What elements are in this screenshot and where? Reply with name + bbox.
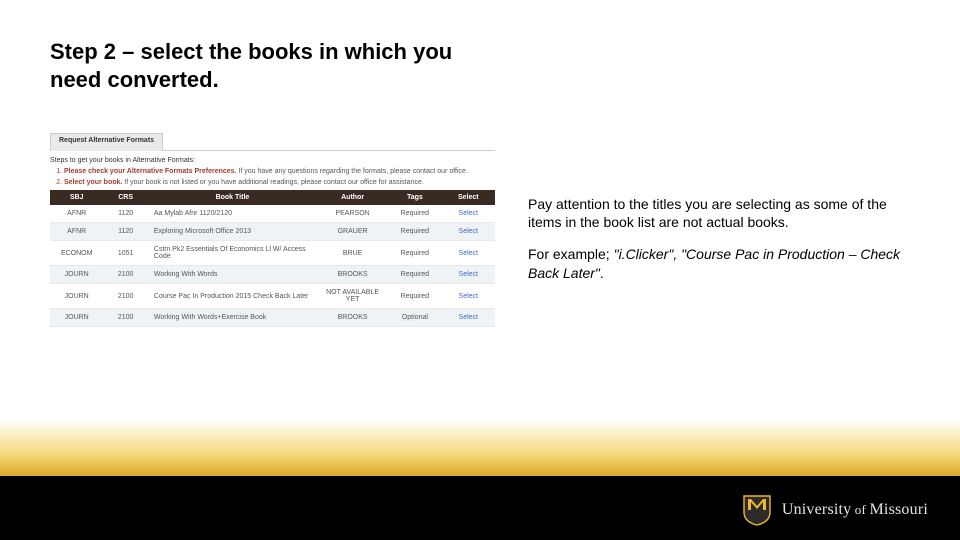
table-row: AFNR 1120 Exploring Microsoft Office 201… xyxy=(50,223,495,241)
cell-sbj: JOURN xyxy=(50,266,103,284)
cell-author: BRUE xyxy=(317,241,388,266)
table-row: JOURN 2100 Course Pac In Production 2015… xyxy=(50,284,495,309)
step-2-text: If your book is not listed or you have a… xyxy=(122,179,423,186)
cell-crs: 1120 xyxy=(103,205,148,223)
select-link[interactable]: Select xyxy=(459,210,478,217)
cell-crs: 1051 xyxy=(103,241,148,266)
cell-select: Select xyxy=(442,284,495,309)
cell-tags: Optional xyxy=(388,309,441,327)
cell-tags: Required xyxy=(388,266,441,284)
step-2-label: Select your book. xyxy=(64,179,122,186)
cell-title: Cstm Pk2 Essentials Of Economics Ll W/ A… xyxy=(148,241,317,266)
table-row: ECONOM 1051 Cstm Pk2 Essentials Of Econo… xyxy=(50,241,495,266)
footer-bar: University of Missouri xyxy=(0,476,960,540)
col-title: Book Title xyxy=(148,190,317,205)
cell-title: Aa Mylab Afnr 1120/2120 xyxy=(148,205,317,223)
cell-author: BROOKS xyxy=(317,309,388,327)
university-name: University of Missouri xyxy=(782,501,928,519)
tab-request-alt-formats[interactable]: Request Alternative Formats xyxy=(50,133,163,151)
cell-tags: Required xyxy=(388,241,441,266)
table-row: JOURN 2100 Working With Words+Exercise B… xyxy=(50,309,495,327)
cell-sbj: JOURN xyxy=(50,284,103,309)
cell-crs: 1120 xyxy=(103,223,148,241)
table-header-row: SBJ CRS Book Title Author Tags Select xyxy=(50,190,495,205)
intro-text: Steps to get your books in Alternative F… xyxy=(50,157,495,164)
mu-shield-icon xyxy=(742,494,772,526)
col-author: Author xyxy=(317,190,388,205)
cell-tags: Required xyxy=(388,223,441,241)
cell-title: Course Pac In Production 2015 Check Back… xyxy=(148,284,317,309)
cell-title: Working With Words+Exercise Book xyxy=(148,309,317,327)
cell-title: Exploring Microsoft Office 2013 xyxy=(148,223,317,241)
step-1-text: If you have any questions regarding the … xyxy=(237,168,468,175)
cell-author: BROOKS xyxy=(317,266,388,284)
cell-author: PEARSON xyxy=(317,205,388,223)
university-logo: University of Missouri xyxy=(742,494,928,526)
table-row: JOURN 2100 Working With Words BROOKS Req… xyxy=(50,266,495,284)
col-tags: Tags xyxy=(388,190,441,205)
cell-title: Working With Words xyxy=(148,266,317,284)
alt-formats-panel: Request Alternative Formats Steps to get… xyxy=(50,133,495,401)
col-crs: CRS xyxy=(103,190,148,205)
cell-crs: 2100 xyxy=(103,266,148,284)
select-link[interactable]: Select xyxy=(459,250,478,257)
cell-select: Select xyxy=(442,241,495,266)
step-2: Select your book. If your book is not li… xyxy=(64,179,495,186)
guidance-p1: Pay attention to the titles you are sele… xyxy=(528,195,908,231)
cell-sbj: AFNR xyxy=(50,205,103,223)
books-table: SBJ CRS Book Title Author Tags Select AF… xyxy=(50,190,495,327)
step-1-label: Please check your Alternative Formats Pr… xyxy=(64,168,237,175)
cell-crs: 2100 xyxy=(103,309,148,327)
select-link[interactable]: Select xyxy=(459,293,478,300)
cell-select: Select xyxy=(442,205,495,223)
cell-tags: Required xyxy=(388,284,441,309)
cell-crs: 2100 xyxy=(103,284,148,309)
cell-select: Select xyxy=(442,266,495,284)
tab-row: Request Alternative Formats xyxy=(50,133,495,151)
cell-sbj: ECONOM xyxy=(50,241,103,266)
right-guidance: Pay attention to the titles you are sele… xyxy=(528,195,908,296)
cell-sbj: JOURN xyxy=(50,309,103,327)
cell-select: Select xyxy=(442,223,495,241)
col-sbj: SBJ xyxy=(50,190,103,205)
gold-gradient-band xyxy=(0,420,960,476)
cell-author-na: NOT AVAILABLEYET xyxy=(317,284,388,309)
slide-title: Step 2 – select the books in which you n… xyxy=(50,38,490,93)
steps-list: Please check your Alternative Formats Pr… xyxy=(64,168,495,186)
cell-tags: Required xyxy=(388,205,441,223)
guidance-p2: For example; "i.Clicker", "Course Pac in… xyxy=(528,245,908,281)
select-link[interactable]: Select xyxy=(459,271,478,278)
cell-select: Select xyxy=(442,309,495,327)
cell-author: GRAUER xyxy=(317,223,388,241)
step-1: Please check your Alternative Formats Pr… xyxy=(64,168,495,175)
cell-sbj: AFNR xyxy=(50,223,103,241)
select-link[interactable]: Select xyxy=(459,228,478,235)
col-select: Select xyxy=(442,190,495,205)
table-row: AFNR 1120 Aa Mylab Afnr 1120/2120 PEARSO… xyxy=(50,205,495,223)
select-link[interactable]: Select xyxy=(459,314,478,321)
